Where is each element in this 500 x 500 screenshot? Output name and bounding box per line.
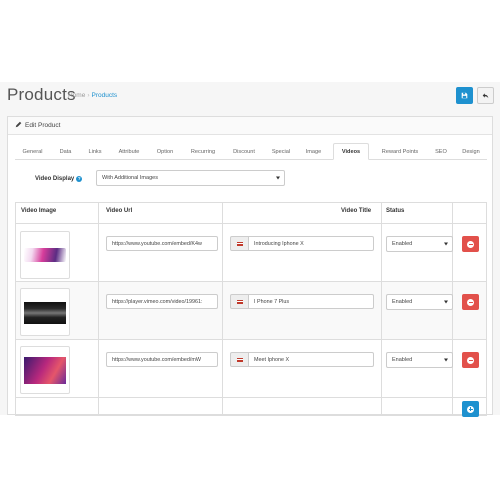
app-content: Products Home › Products Edit Product Gene… [0,82,500,417]
video-display-label: Video Display? [35,176,83,182]
language-addon [230,352,249,367]
edit-product-panel: Edit Product General Data Links Attribut… [7,116,493,417]
save-icon [461,92,468,99]
breadcrumb: Home › Products [68,92,117,99]
minus-circle-icon [467,356,474,364]
panel-heading: Edit Product [8,117,492,135]
chevron-down-icon [444,242,448,246]
status-select[interactable]: Enabled [386,236,453,252]
reply-icon [482,93,489,99]
video-title-input[interactable]: Meet Iphone X [248,352,374,367]
header-video-title: Video Title [341,208,372,214]
video-frame-image [24,302,66,324]
tab-option[interactable]: Option [149,143,181,160]
video-url-input[interactable]: https://player.vimeo.com/video/19961: [106,294,218,309]
panel-title: Edit Product [25,122,61,129]
status-select[interactable]: Enabled [386,294,453,310]
help-icon[interactable]: ? [76,176,83,182]
video-url-input[interactable]: https://www.youtube.com/embed/mW [106,352,218,367]
tab-links[interactable]: Links [81,143,109,160]
video-thumbnail[interactable] [20,288,70,336]
product-tabs: General Data Links Attribute Option Recu… [15,143,487,160]
video-display-select[interactable]: With Additional Images [96,170,285,186]
language-addon [230,236,249,251]
chevron-down-icon [444,358,448,362]
tab-special[interactable]: Special [265,143,297,160]
video-title-input[interactable]: I Phone 7 Plus [248,294,374,309]
table-row [16,340,486,397]
header-video-url: Video Url [106,208,133,214]
save-button[interactable] [456,87,473,104]
remove-video-button[interactable] [462,294,479,310]
breadcrumb-products[interactable]: Products [92,92,118,99]
pencil-icon [15,121,22,128]
flag-icon [237,358,243,362]
chevron-down-icon [276,176,280,180]
tab-design[interactable]: Design [455,143,487,160]
video-thumbnail[interactable] [20,231,70,279]
table-row [16,224,486,281]
header-video-image: Video Image [21,208,57,214]
table-row [16,282,486,339]
flag-icon [237,242,243,246]
tab-image[interactable]: Image [299,143,328,160]
status-select[interactable]: Enabled [386,352,453,368]
video-url-input[interactable]: https://www.youtube.com/embed/K4w [106,236,218,251]
breadcrumb-separator: › [87,92,90,99]
tab-discount[interactable]: Discount [225,143,263,160]
language-addon [230,294,249,309]
breadcrumb-home[interactable]: Home [68,92,85,99]
video-thumbnail[interactable] [20,346,70,394]
tab-attribute[interactable]: Attribute [111,143,147,160]
flag-icon [237,300,243,304]
back-button[interactable] [477,87,494,104]
add-video-button[interactable] [462,401,479,417]
chevron-down-icon [444,300,448,304]
tab-general[interactable]: General [15,143,50,160]
header-status: Status [386,208,405,214]
page-header: Products Home › Products [0,82,500,112]
minus-circle-icon [467,298,474,306]
tab-seo[interactable]: SEO [429,143,453,160]
phone-image [24,248,66,262]
tab-data[interactable]: Data [52,143,79,160]
video-display-row: Video Display? With Additional Images [8,169,492,189]
tab-reward-points[interactable]: Reward Points [373,143,427,160]
remove-video-button[interactable] [462,352,479,368]
video-title-input[interactable]: Introducing Iphone X [248,236,374,251]
remove-video-button[interactable] [462,236,479,252]
tab-videos[interactable]: Videos [333,143,369,160]
iphone-x-image [24,357,66,384]
videos-table: Video Image Video Url Video Title Status… [15,202,487,417]
video-display-value: With Additional Images [102,175,158,181]
page-title: Products [7,85,76,104]
minus-circle-icon [467,240,474,248]
plus-circle-icon [467,405,474,413]
tab-recurring[interactable]: Recurring [183,143,223,160]
